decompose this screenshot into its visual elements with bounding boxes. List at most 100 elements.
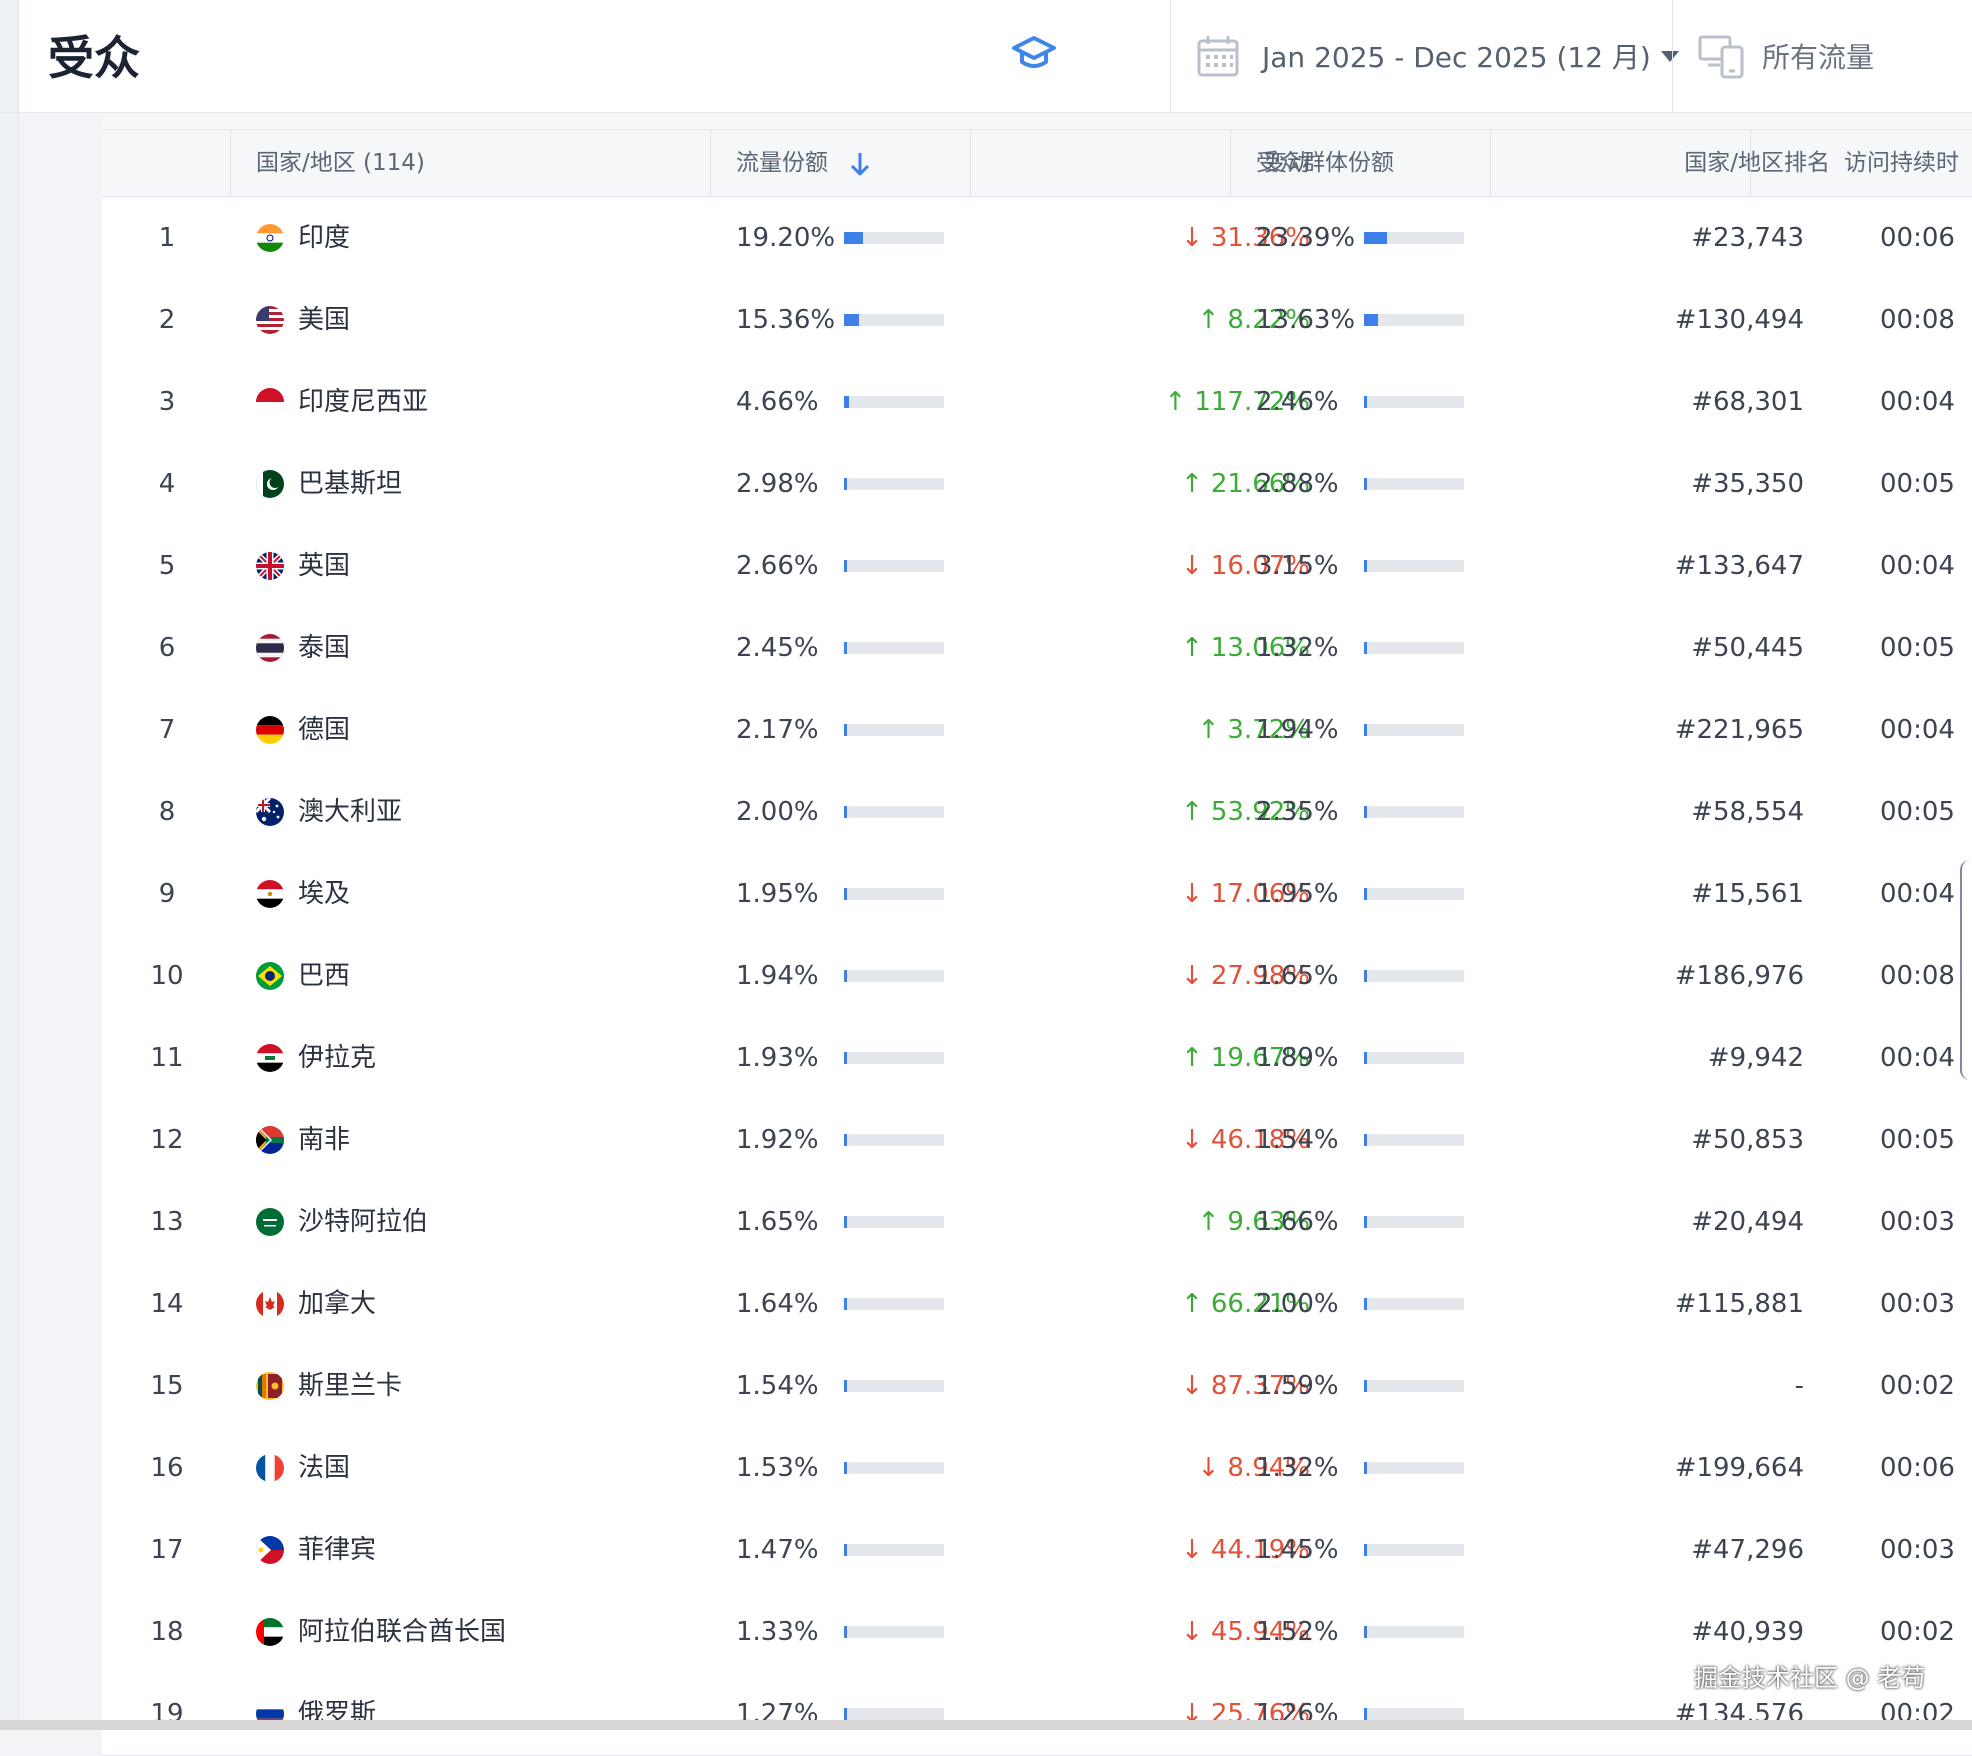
table-row[interactable]: 4 巴基斯坦 2.98% ↑ 21.66% 2.88% #35,350 00:05 <box>102 443 1972 526</box>
table-row[interactable]: 11 伊拉克 1.93% ↑ 19.67% 1.89% #9,942 00:04 <box>102 1017 1972 1100</box>
country-name[interactable]: 泰国 <box>298 607 350 689</box>
table-row[interactable]: 7 德国 2.17% ↑ 3.72% 1.94% #221,965 00:04 <box>102 689 1972 772</box>
audience-share-bar <box>1364 396 1464 408</box>
bottom-edge <box>0 1720 1972 1730</box>
country-name[interactable]: 斯里兰卡 <box>298 1345 402 1427</box>
country-name[interactable]: 印度 <box>298 197 350 279</box>
table-row[interactable]: 6 泰国 2.45% ↑ 13.06% 1.32% #50,445 00:05 <box>102 607 1972 690</box>
audience-share-bar <box>1364 1544 1464 1556</box>
country-rank-value: #186,976 <box>1674 961 1804 991</box>
country-name[interactable]: 巴西 <box>298 935 350 1017</box>
table-row[interactable]: 8 澳大利亚 2.00% ↑ 53.92% 2.35% #58,554 00:05 <box>102 771 1972 854</box>
graduation-cap-icon[interactable] <box>1010 32 1058 72</box>
column-header-country[interactable]: 国家/地区 (114) <box>256 130 425 196</box>
table-row[interactable]: 5 英国 2.66% ↓ 16.07% 3.15% #133,647 00:04 <box>102 525 1972 608</box>
page-title: 受众 <box>48 31 140 85</box>
rank-cell: 11 <box>150 1043 184 1073</box>
audience-share-value: 1.52% <box>1256 1617 1339 1647</box>
visit-duration-value: 00:08 <box>1880 305 1955 335</box>
scrollbar[interactable] <box>1960 860 1972 1080</box>
traffic-share-bar-fill <box>844 1298 847 1310</box>
visit-duration-value: 00:03 <box>1880 1289 1955 1319</box>
country-name[interactable]: 俄罗斯 <box>298 1673 376 1755</box>
table-row[interactable]: 14 加拿大 1.64% ↑ 66.21% 2.00% #115,881 00:03 <box>102 1263 1972 1346</box>
table-row[interactable]: 16 法国 1.53% ↓ 8.94% 1.32% #199,664 00:06 <box>102 1427 1972 1510</box>
traffic-source-filter[interactable]: 所有流量 <box>1698 26 1874 86</box>
table-row[interactable]: 12 南非 1.92% ↓ 46.18% 1.54% #50,853 00:05 <box>102 1099 1972 1182</box>
audience-share-bar-fill <box>1364 1134 1367 1146</box>
flag-in-icon <box>256 224 284 252</box>
country-name[interactable]: 阿拉伯联合酋长国 <box>298 1591 506 1673</box>
page-header: 受众 Jan 2025 - Dec 2025 (12 月) 所有流量 <box>0 0 1972 113</box>
table-row[interactable]: 10 巴西 1.94% ↓ 27.98% 1.65% #186,976 00:08 <box>102 935 1972 1018</box>
table-row[interactable]: 9 埃及 1.95% ↓ 17.06% 1.95% #15,561 00:04 <box>102 853 1972 936</box>
traffic-share-bar <box>844 1052 944 1064</box>
visit-duration-value: 00:06 <box>1880 1453 1955 1483</box>
traffic-share-bar-fill <box>844 1052 847 1064</box>
date-range-picker[interactable]: Jan 2025 - Dec 2025 (12 月) <box>1196 26 1679 86</box>
column-header-traffic-share[interactable]: 流量份额 <box>736 130 871 196</box>
visit-duration-value: 00:05 <box>1880 469 1955 499</box>
left-edge-strip <box>0 113 19 1730</box>
audience-share-bar <box>1364 1216 1464 1228</box>
country-rank-value: #23,743 <box>1691 223 1804 253</box>
table-row[interactable]: 19 俄罗斯 1.27% ↓ 25.76% 1.26% #134,576 00:02 <box>102 1673 1972 1756</box>
table-row[interactable]: 17 菲律宾 1.47% ↓ 44.19% 1.45% #47,296 00:03 <box>102 1509 1972 1592</box>
column-header-visit-duration[interactable]: 访问持续时 <box>1844 130 1959 196</box>
traffic-share-value: 1.95% <box>736 879 819 909</box>
traffic-share-bar <box>844 888 944 900</box>
audience-share-value: 1.65% <box>1256 961 1339 991</box>
traffic-share-value: 1.33% <box>736 1617 819 1647</box>
country-rank-value: #15,561 <box>1691 879 1804 909</box>
country-rank-value: #35,350 <box>1691 469 1804 499</box>
rank-cell: 4 <box>158 469 176 499</box>
country-name[interactable]: 法国 <box>298 1427 350 1509</box>
column-header-audience-share[interactable]: 受众群体份额 <box>1256 130 1394 196</box>
country-name[interactable]: 印度尼西亚 <box>298 361 428 443</box>
country-name[interactable]: 埃及 <box>298 853 350 935</box>
audience-share-bar <box>1364 642 1464 654</box>
column-separator <box>1490 130 1491 196</box>
table-row[interactable]: 13 沙特阿拉伯 1.65% ↑ 9.63% 1.66% #20,494 00:03 <box>102 1181 1972 1264</box>
table-row[interactable]: 3 印度尼西亚 4.66% ↑ 117.72% 2.46% #68,301 00:04 <box>102 361 1972 444</box>
country-name[interactable]: 伊拉克 <box>298 1017 376 1099</box>
table-row[interactable]: 18 阿拉伯联合酋长国 1.33% ↓ 45.94% 1.52% #40,939 00:02 <box>102 1591 1972 1674</box>
rank-cell: 17 <box>150 1535 184 1565</box>
arrow-down-icon: ↓ <box>1181 879 1203 909</box>
rank-cell: 6 <box>158 633 176 663</box>
audience-share-bar-fill <box>1364 806 1367 818</box>
country-name[interactable]: 澳大利亚 <box>298 771 402 853</box>
audience-share-bar-fill <box>1364 1462 1367 1474</box>
country-name[interactable]: 沙特阿拉伯 <box>298 1181 428 1263</box>
audience-share-bar-fill <box>1364 1626 1367 1638</box>
country-name[interactable]: 菲律宾 <box>298 1509 376 1591</box>
traffic-share-bar-fill <box>844 724 847 736</box>
column-header-country-rank[interactable]: 国家/地区排名 <box>1502 130 1830 196</box>
flag-eg-icon <box>256 880 284 908</box>
visit-duration-value: 00:04 <box>1880 1043 1955 1073</box>
traffic-share-value: 1.64% <box>736 1289 819 1319</box>
audience-share-value: 1.89% <box>1256 1043 1339 1073</box>
traffic-share-bar-fill <box>844 396 849 408</box>
visit-duration-value: 00:02 <box>1880 1371 1955 1401</box>
country-name[interactable]: 加拿大 <box>298 1263 376 1345</box>
table-row[interactable]: 1 印度 19.20% ↓ 31.36% 23.39% #23,743 00:06 <box>102 197 1972 280</box>
audience-share-bar-fill <box>1364 478 1367 490</box>
traffic-share-bar <box>844 478 944 490</box>
country-name[interactable]: 英国 <box>298 525 350 607</box>
audience-share-bar <box>1364 1462 1464 1474</box>
flag-ca-icon <box>256 1290 284 1318</box>
arrow-down-icon: ↓ <box>1181 1617 1203 1647</box>
rank-cell: 9 <box>158 879 176 909</box>
country-name[interactable]: 南非 <box>298 1099 350 1181</box>
traffic-share-value: 4.66% <box>736 387 819 417</box>
traffic-share-value: 1.47% <box>736 1535 819 1565</box>
country-name[interactable]: 巴基斯坦 <box>298 443 402 525</box>
column-separator <box>710 130 711 196</box>
table-row[interactable]: 15 斯里兰卡 1.54% ↓ 87.37% 1.59% -00:02 <box>102 1345 1972 1428</box>
flag-fr-icon <box>256 1454 284 1482</box>
country-name[interactable]: 美国 <box>298 279 350 361</box>
country-name[interactable]: 德国 <box>298 689 350 771</box>
sort-descending-icon[interactable] <box>849 151 871 177</box>
table-row[interactable]: 2 美国 15.36% ↑ 8.22% 13.63% #130,494 00:08 <box>102 279 1972 362</box>
